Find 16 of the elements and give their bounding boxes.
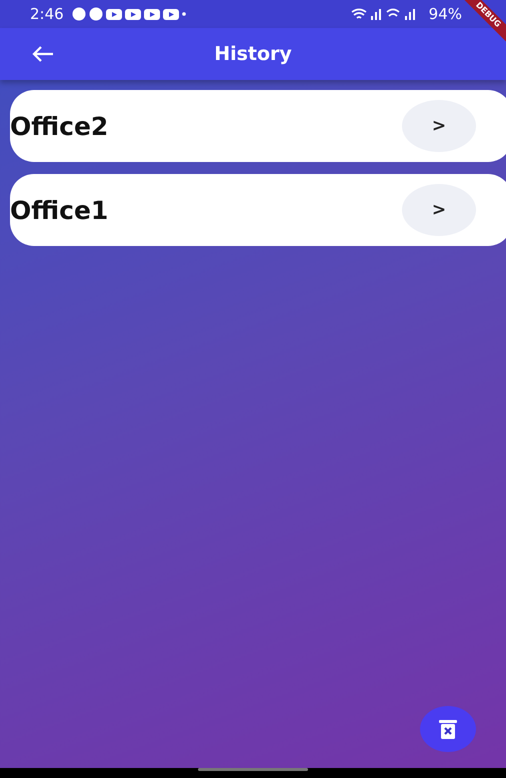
play-icon — [106, 8, 122, 20]
item-name: Office1 — [10, 196, 110, 224]
item-name: Office2 — [10, 112, 110, 140]
open-button[interactable]: > — [402, 100, 476, 152]
back-arrow-icon — [32, 45, 54, 63]
trash-icon — [439, 719, 457, 739]
history-item[interactable]: Office2 > — [10, 90, 506, 162]
play-icon — [144, 8, 160, 20]
battery-level: 94% — [428, 5, 462, 23]
app-bar-title: History — [213, 43, 293, 65]
open-button[interactable]: > — [402, 184, 476, 236]
history-item[interactable]: Office1 > — [10, 174, 506, 246]
dot-icon — [182, 12, 186, 16]
status-time: 2:46 — [30, 5, 64, 23]
play-icon — [124, 8, 141, 20]
play-icon — [162, 8, 179, 20]
